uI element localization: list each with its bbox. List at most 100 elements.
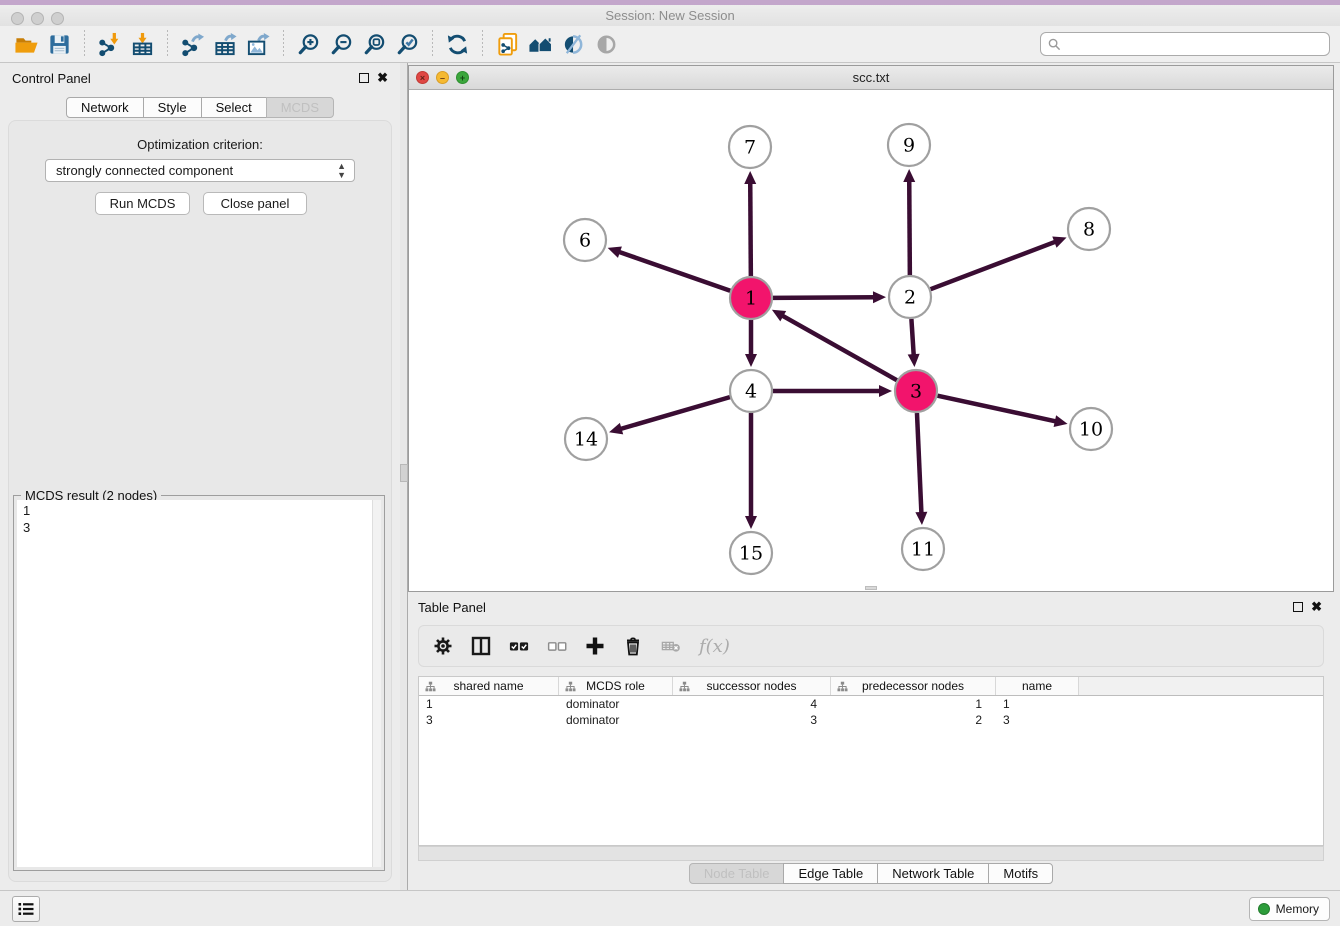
export-table-icon[interactable] [212,31,239,58]
search-field[interactable] [1040,32,1330,56]
save-session-icon[interactable] [46,31,73,58]
hierarchy-icon [425,681,436,692]
table-panel-title: Table Panel [418,600,486,615]
graph-node-label-11: 11 [911,538,935,560]
float-table-panel-icon[interactable] [1293,602,1303,612]
delete-table-icon[interactable] [661,636,681,656]
tab-style[interactable]: Style [143,97,202,118]
export-image-icon[interactable] [245,31,272,58]
control-panel-title: Control Panel [12,71,91,86]
criterion-dropdown[interactable]: strongly connected component ▲▼ [45,159,355,182]
toolbar-separator [432,30,433,58]
import-table-icon[interactable] [129,31,156,58]
search-input[interactable] [1065,34,1325,54]
table-tabs: Node Table Edge Table Network Table Moti… [408,863,1334,884]
graph-node-label-4: 4 [745,380,757,402]
column-header-MCDS-role[interactable]: MCDS role [559,677,673,695]
export-network-icon[interactable] [179,31,206,58]
node-table: shared nameMCDS rolesuccessor nodesprede… [418,676,1324,846]
memory-label: Memory [1276,902,1319,916]
table-hscrollbar[interactable] [418,846,1324,861]
graph-edge-arrowhead [744,171,756,184]
cell-MCDS-role[interactable]: dominator [559,712,673,728]
open-session-icon[interactable] [13,31,40,58]
zoom-fit-icon[interactable] [361,31,388,58]
column-header-predecessor-nodes[interactable]: predecessor nodes [831,677,996,695]
run-mcds-button[interactable]: Run MCDS [95,192,190,215]
gear-icon[interactable] [433,636,453,656]
graph-node-label-1: 1 [745,287,757,309]
graph-edge-arrowhead [879,385,892,397]
graph-edge-4-14[interactable] [619,397,730,429]
memory-button[interactable]: Memory [1249,897,1330,921]
style-preview-icon[interactable] [560,31,587,58]
cell-shared-name[interactable]: 1 [419,696,559,712]
graph-edge-3-1[interactable] [781,315,897,381]
tab-select[interactable]: Select [201,97,267,118]
graph-edge-2-9[interactable] [909,179,910,275]
graph-edge-1-6[interactable] [617,251,730,291]
clone-network-icon[interactable] [494,31,521,58]
graph-edge-arrowhead [903,169,915,182]
table-row-2[interactable]: 3dominator323 [419,712,1323,728]
graph-edge-1-2[interactable] [773,297,876,298]
mcds-panel: Optimization criterion: strongly connect… [8,120,392,882]
window-resize-grip[interactable] [865,586,877,590]
cell-MCDS-role[interactable]: dominator [559,696,673,712]
apply-layout-icon[interactable] [444,31,471,58]
delete-icon[interactable] [623,636,643,656]
cell-name[interactable]: 1 [996,696,1079,712]
mcds-result-group: MCDS result (2 nodes) 1 3 [13,495,385,871]
cell-predecessor-nodes[interactable]: 1 [831,696,996,712]
unselect-all-icon[interactable] [547,636,567,656]
tab-node-table[interactable]: Node Table [689,863,785,884]
close-panel-icon[interactable]: ✖ [377,72,388,84]
column-header-shared-name[interactable]: shared name [419,677,559,695]
function-builder-icon[interactable]: f(x) [699,636,730,657]
add-column-icon[interactable] [585,636,605,656]
column-header-name[interactable]: name [996,677,1079,695]
tab-motifs[interactable]: Motifs [988,863,1053,884]
list-icon [17,901,35,917]
graph-edge-1-7[interactable] [750,181,751,276]
import-network-icon[interactable] [96,31,123,58]
result-scrollbar[interactable] [372,500,381,867]
select-all-icon[interactable] [509,636,529,656]
zoom-selected-icon[interactable] [394,31,421,58]
cell-name[interactable]: 3 [996,712,1079,728]
zoom-in-icon[interactable] [295,31,322,58]
cell-predecessor-nodes[interactable]: 2 [831,712,996,728]
column-header-successor-nodes[interactable]: successor nodes [673,677,831,695]
float-panel-icon[interactable] [359,73,369,83]
table-row-1[interactable]: 1dominator411 [419,696,1323,712]
task-history-button[interactable] [12,896,40,922]
divider-grip[interactable] [400,464,408,482]
mcds-result-text[interactable]: 1 3 [17,500,381,867]
close-panel-button[interactable]: Close panel [203,192,307,215]
network-view-window: × – + scc.txt 1234678910111415 [408,65,1334,592]
tab-network-table[interactable]: Network Table [877,863,989,884]
tab-network[interactable]: Network [66,97,144,118]
table-header-row: shared nameMCDS rolesuccessor nodesprede… [419,677,1323,696]
cell-successor-nodes[interactable]: 4 [673,696,831,712]
graph-edge-3-10[interactable] [937,396,1057,422]
open-in-browser-icon[interactable] [527,31,554,58]
toolbar-separator [167,30,168,58]
tab-mcds[interactable]: MCDS [266,97,334,118]
hide-preview-icon[interactable] [593,31,620,58]
cell-shared-name[interactable]: 3 [419,712,559,728]
graph-edge-arrowhead [609,423,623,435]
zoom-out-icon[interactable] [328,31,355,58]
column-icon[interactable] [471,636,491,656]
graph-edge-3-11[interactable] [917,413,922,515]
network-canvas[interactable]: 1234678910111415 [409,90,1333,591]
graph-edge-2-3[interactable] [911,319,913,357]
graph-edge-2-8[interactable] [931,241,1058,289]
cell-successor-nodes[interactable]: 3 [673,712,831,728]
panel-divider[interactable] [400,63,408,890]
close-table-panel-icon[interactable]: ✖ [1311,601,1322,613]
tab-edge-table[interactable]: Edge Table [783,863,878,884]
table-toolbar: f(x) [418,625,1324,667]
graph-node-label-10: 10 [1079,418,1103,440]
network-window-titlebar[interactable]: × – + scc.txt [409,66,1333,90]
